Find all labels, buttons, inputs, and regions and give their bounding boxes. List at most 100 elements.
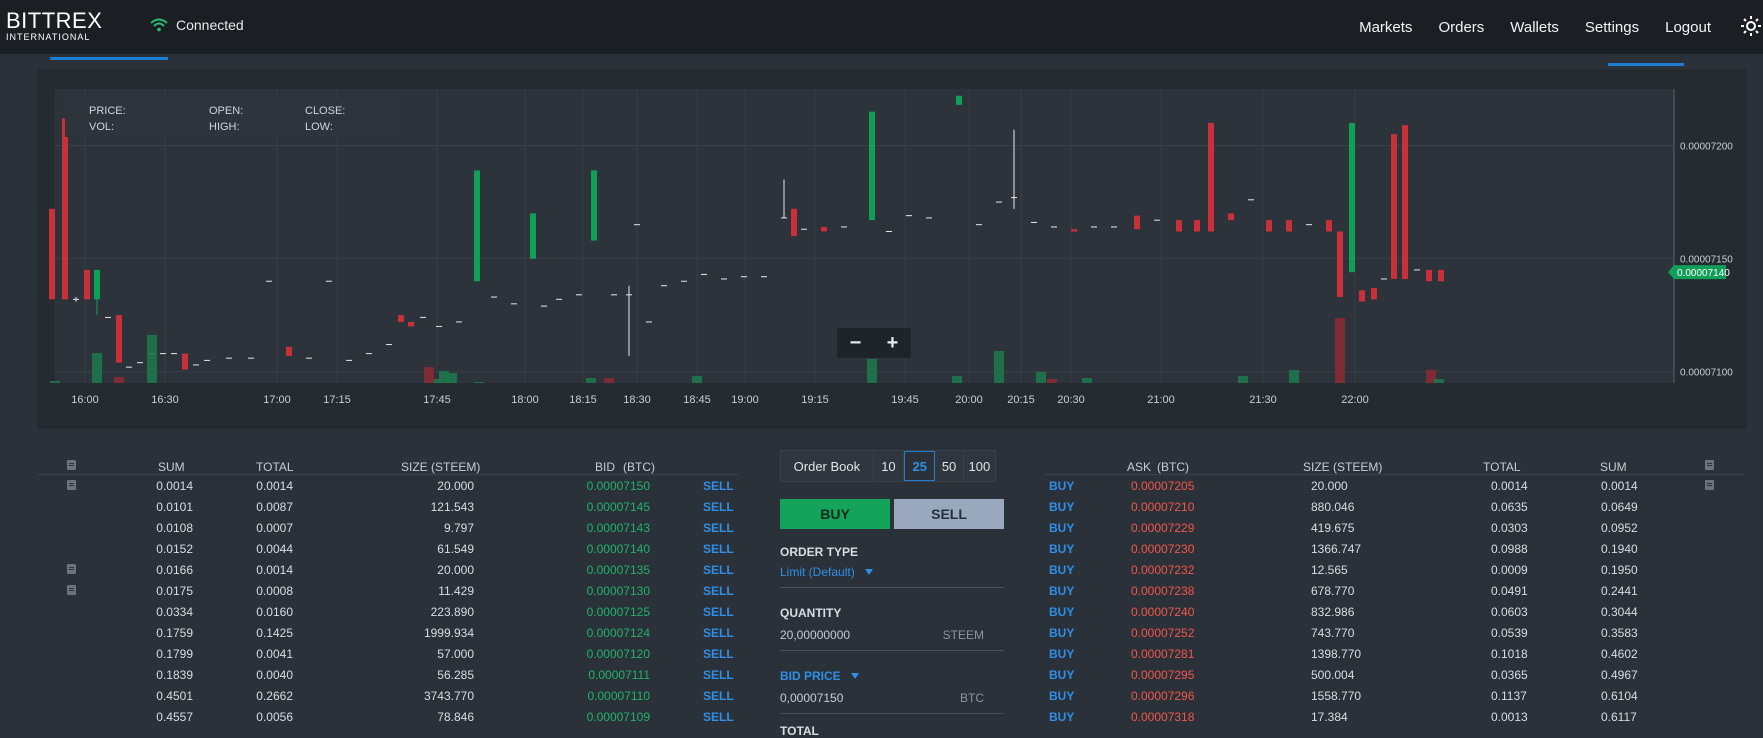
table-row[interactable]: 0.0166 0.0014 20.000 0.00007135 SELL [38, 559, 738, 580]
bid-price-selector[interactable]: BID PRICE [780, 669, 1004, 683]
table-row[interactable]: 0.0108 0.0007 9.797 0.00007143 SELL [38, 517, 738, 538]
table-row[interactable]: 0.4501 0.2662 3743.770 0.00007110 SELL [38, 685, 738, 706]
depth-tab-100[interactable]: 100 [964, 451, 995, 481]
sell-link[interactable]: SELL [703, 668, 734, 682]
buy-link[interactable]: BUY [1049, 584, 1074, 598]
bid-price[interactable]: 0.00007120 [587, 647, 650, 661]
ask-price[interactable]: 0.00007240 [1131, 605, 1194, 619]
sell-link[interactable]: SELL [703, 710, 734, 724]
menu-icon[interactable] [67, 585, 76, 595]
ask-price[interactable]: 0.00007232 [1131, 563, 1194, 577]
ask-price[interactable]: 0.00007318 [1131, 710, 1194, 724]
table-row[interactable]: BUY 0.00007210 880.046 0.0635 0.0649 [1045, 496, 1745, 517]
sell-link[interactable]: SELL [703, 500, 734, 514]
bid-price[interactable]: 0.00007109 [587, 710, 650, 724]
bid-price[interactable]: 0.00007110 [587, 689, 650, 703]
table-row[interactable]: BUY 0.00007205 20.000 0.0014 0.0014 [1045, 475, 1745, 496]
buy-link[interactable]: BUY [1049, 563, 1074, 577]
menu-icon[interactable] [67, 460, 76, 470]
active-tab-underline[interactable] [50, 57, 168, 60]
sell-link[interactable]: SELL [703, 605, 734, 619]
theme-sun-icon[interactable] [1739, 14, 1763, 38]
buy-link[interactable]: BUY [1049, 710, 1074, 724]
table-row[interactable]: 0.0175 0.0008 11.429 0.00007130 SELL [38, 580, 738, 601]
sell-link[interactable]: SELL [703, 584, 734, 598]
buy-link[interactable]: BUY [1049, 647, 1074, 661]
table-row[interactable]: 0.0014 0.0014 20.000 0.00007150 SELL [38, 475, 738, 496]
order-type-select[interactable]: Limit (Default) [780, 565, 1004, 588]
table-row[interactable]: BUY 0.00007296 1558.770 0.1137 0.6104 [1045, 685, 1745, 706]
table-row[interactable]: 0.0152 0.0044 61.549 0.00007140 SELL [38, 538, 738, 559]
nav-logout[interactable]: Logout [1665, 19, 1711, 36]
bid-price[interactable]: 0.00007150 [587, 479, 650, 493]
menu-icon[interactable] [1705, 480, 1714, 490]
depth-tab-25[interactable]: 25 [904, 451, 936, 481]
menu-icon[interactable] [67, 564, 76, 574]
ask-price[interactable]: 0.00007210 [1131, 500, 1194, 514]
buy-link[interactable]: BUY [1049, 542, 1074, 556]
table-row[interactable]: 0.1839 0.0040 56.285 0.00007111 SELL [38, 664, 738, 685]
buy-button[interactable]: BUY [780, 499, 890, 529]
table-row[interactable]: BUY 0.00007318 17.384 0.0013 0.6117 [1045, 706, 1745, 727]
ask-price[interactable]: 0.00007252 [1131, 626, 1194, 640]
buy-link[interactable]: BUY [1049, 521, 1074, 535]
table-row[interactable]: 0.0101 0.0087 121.543 0.00007145 SELL [38, 496, 738, 517]
buy-link[interactable]: BUY [1049, 479, 1074, 493]
table-row[interactable]: BUY 0.00007240 832.986 0.0603 0.3044 [1045, 601, 1745, 622]
table-row[interactable]: BUY 0.00007252 743.770 0.0539 0.3583 [1045, 622, 1745, 643]
sell-link[interactable]: SELL [703, 521, 734, 535]
bid-price[interactable]: 0.00007135 [587, 563, 650, 577]
ask-price[interactable]: 0.00007230 [1131, 542, 1194, 556]
toolbar-active-underline[interactable] [1608, 63, 1684, 66]
sell-link[interactable]: SELL [703, 563, 734, 577]
bittrex-logo[interactable]: BITTREX INTERNATIONAL [6, 10, 102, 42]
buy-link[interactable]: BUY [1049, 689, 1074, 703]
table-row[interactable]: 0.1759 0.1425 1999.934 0.00007124 SELL [38, 622, 738, 643]
ask-price[interactable]: 0.00007281 [1131, 647, 1194, 661]
bid-price[interactable]: 0.00007143 [587, 521, 650, 535]
table-row[interactable]: BUY 0.00007281 1398.770 0.1018 0.4602 [1045, 643, 1745, 664]
table-row[interactable]: 0.4557 0.0056 78.846 0.00007109 SELL [38, 706, 738, 727]
bid-price[interactable]: 0.00007145 [587, 500, 650, 514]
depth-tab-50[interactable]: 50 [935, 451, 964, 481]
table-row[interactable]: BUY 0.00007230 1366.747 0.0988 0.1940 [1045, 538, 1745, 559]
ask-price[interactable]: 0.00007238 [1131, 584, 1194, 598]
table-row[interactable]: BUY 0.00007232 12.565 0.0009 0.1950 [1045, 559, 1745, 580]
depth-tab-10[interactable]: 10 [874, 451, 905, 481]
buy-link[interactable]: BUY [1049, 500, 1074, 514]
bid-price[interactable]: 0.00007140 [587, 542, 650, 556]
sell-link[interactable]: SELL [703, 689, 734, 703]
bid-price[interactable]: 0.00007111 [588, 668, 650, 682]
menu-icon[interactable] [67, 480, 76, 490]
quantity-input[interactable]: 20,00000000 STEEM [780, 628, 1004, 651]
bid-price[interactable]: 0.00007124 [587, 626, 650, 640]
bid-price-input[interactable]: 0,00007150 BTC [780, 691, 1004, 714]
buy-link[interactable]: BUY [1049, 668, 1074, 682]
zoom-out-button[interactable]: − [837, 328, 874, 358]
sell-button[interactable]: SELL [894, 499, 1004, 529]
sell-link[interactable]: SELL [703, 647, 734, 661]
table-row[interactable]: BUY 0.00007229 419.675 0.0303 0.0952 [1045, 517, 1745, 538]
ask-price[interactable]: 0.00007205 [1131, 479, 1194, 493]
nav-markets[interactable]: Markets [1359, 19, 1412, 36]
menu-icon[interactable] [1705, 460, 1714, 470]
buy-link[interactable]: BUY [1049, 626, 1074, 640]
bid-price[interactable]: 0.00007125 [587, 605, 650, 619]
bid-price[interactable]: 0.00007130 [587, 584, 650, 598]
ask-price[interactable]: 0.00007295 [1131, 668, 1194, 682]
table-row[interactable]: BUY 0.00007295 500.004 0.0365 0.4967 [1045, 664, 1745, 685]
ask-price[interactable]: 0.00007296 [1131, 689, 1194, 703]
ask-price[interactable]: 0.00007229 [1131, 521, 1194, 535]
zoom-in-button[interactable]: + [874, 328, 911, 358]
table-row[interactable]: 0.1799 0.0041 57.000 0.00007120 SELL [38, 643, 738, 664]
nav-orders[interactable]: Orders [1438, 19, 1484, 36]
price-chart-panel[interactable]: 16:00 16:30 17:00 17:15 17:45 18:00 18:15 18:30… [38, 70, 1746, 428]
nav-wallets[interactable]: Wallets [1510, 19, 1559, 36]
sell-link[interactable]: SELL [703, 479, 734, 493]
sell-link[interactable]: SELL [703, 542, 734, 556]
table-row[interactable]: 0.0334 0.0160 223.890 0.00007125 SELL [38, 601, 738, 622]
nav-settings[interactable]: Settings [1585, 19, 1639, 36]
sell-link[interactable]: SELL [703, 626, 734, 640]
table-row[interactable]: BUY 0.00007238 678.770 0.0491 0.2441 [1045, 580, 1745, 601]
buy-link[interactable]: BUY [1049, 605, 1074, 619]
